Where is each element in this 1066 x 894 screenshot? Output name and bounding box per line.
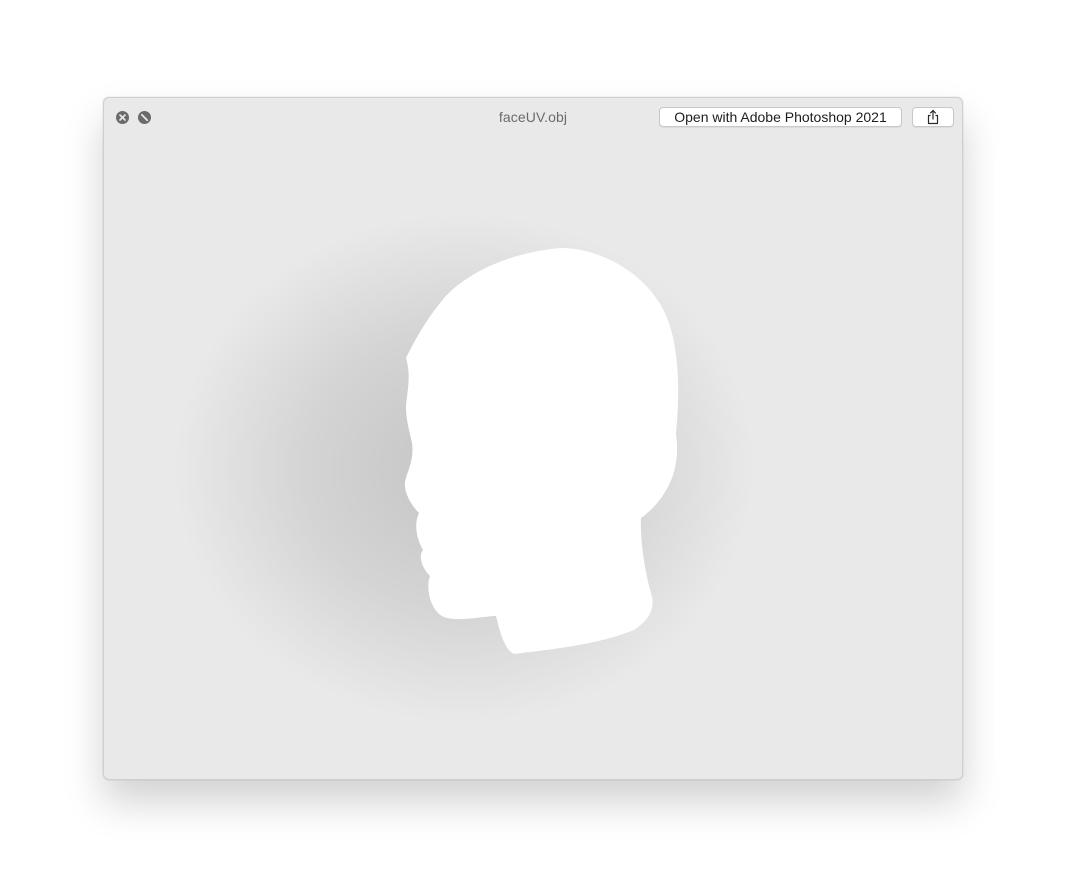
quick-look-window: faceUV.obj Open with Adobe Photoshop 202… (103, 97, 963, 780)
close-icon (119, 114, 126, 121)
preview-canvas (104, 138, 962, 779)
desktop: faceUV.obj Open with Adobe Photoshop 202… (0, 0, 1066, 894)
title-bar: faceUV.obj Open with Adobe Photoshop 202… (104, 98, 962, 138)
open-with-photoshop-button[interactable]: Open with Adobe Photoshop 2021 (659, 107, 902, 127)
close-button[interactable] (116, 111, 129, 124)
share-button[interactable] (912, 107, 954, 127)
fullscreen-button[interactable] (138, 111, 151, 124)
fullscreen-icon (140, 113, 149, 122)
uv-preview (174, 213, 754, 723)
share-icon (927, 109, 939, 125)
head-silhouette (404, 248, 679, 654)
